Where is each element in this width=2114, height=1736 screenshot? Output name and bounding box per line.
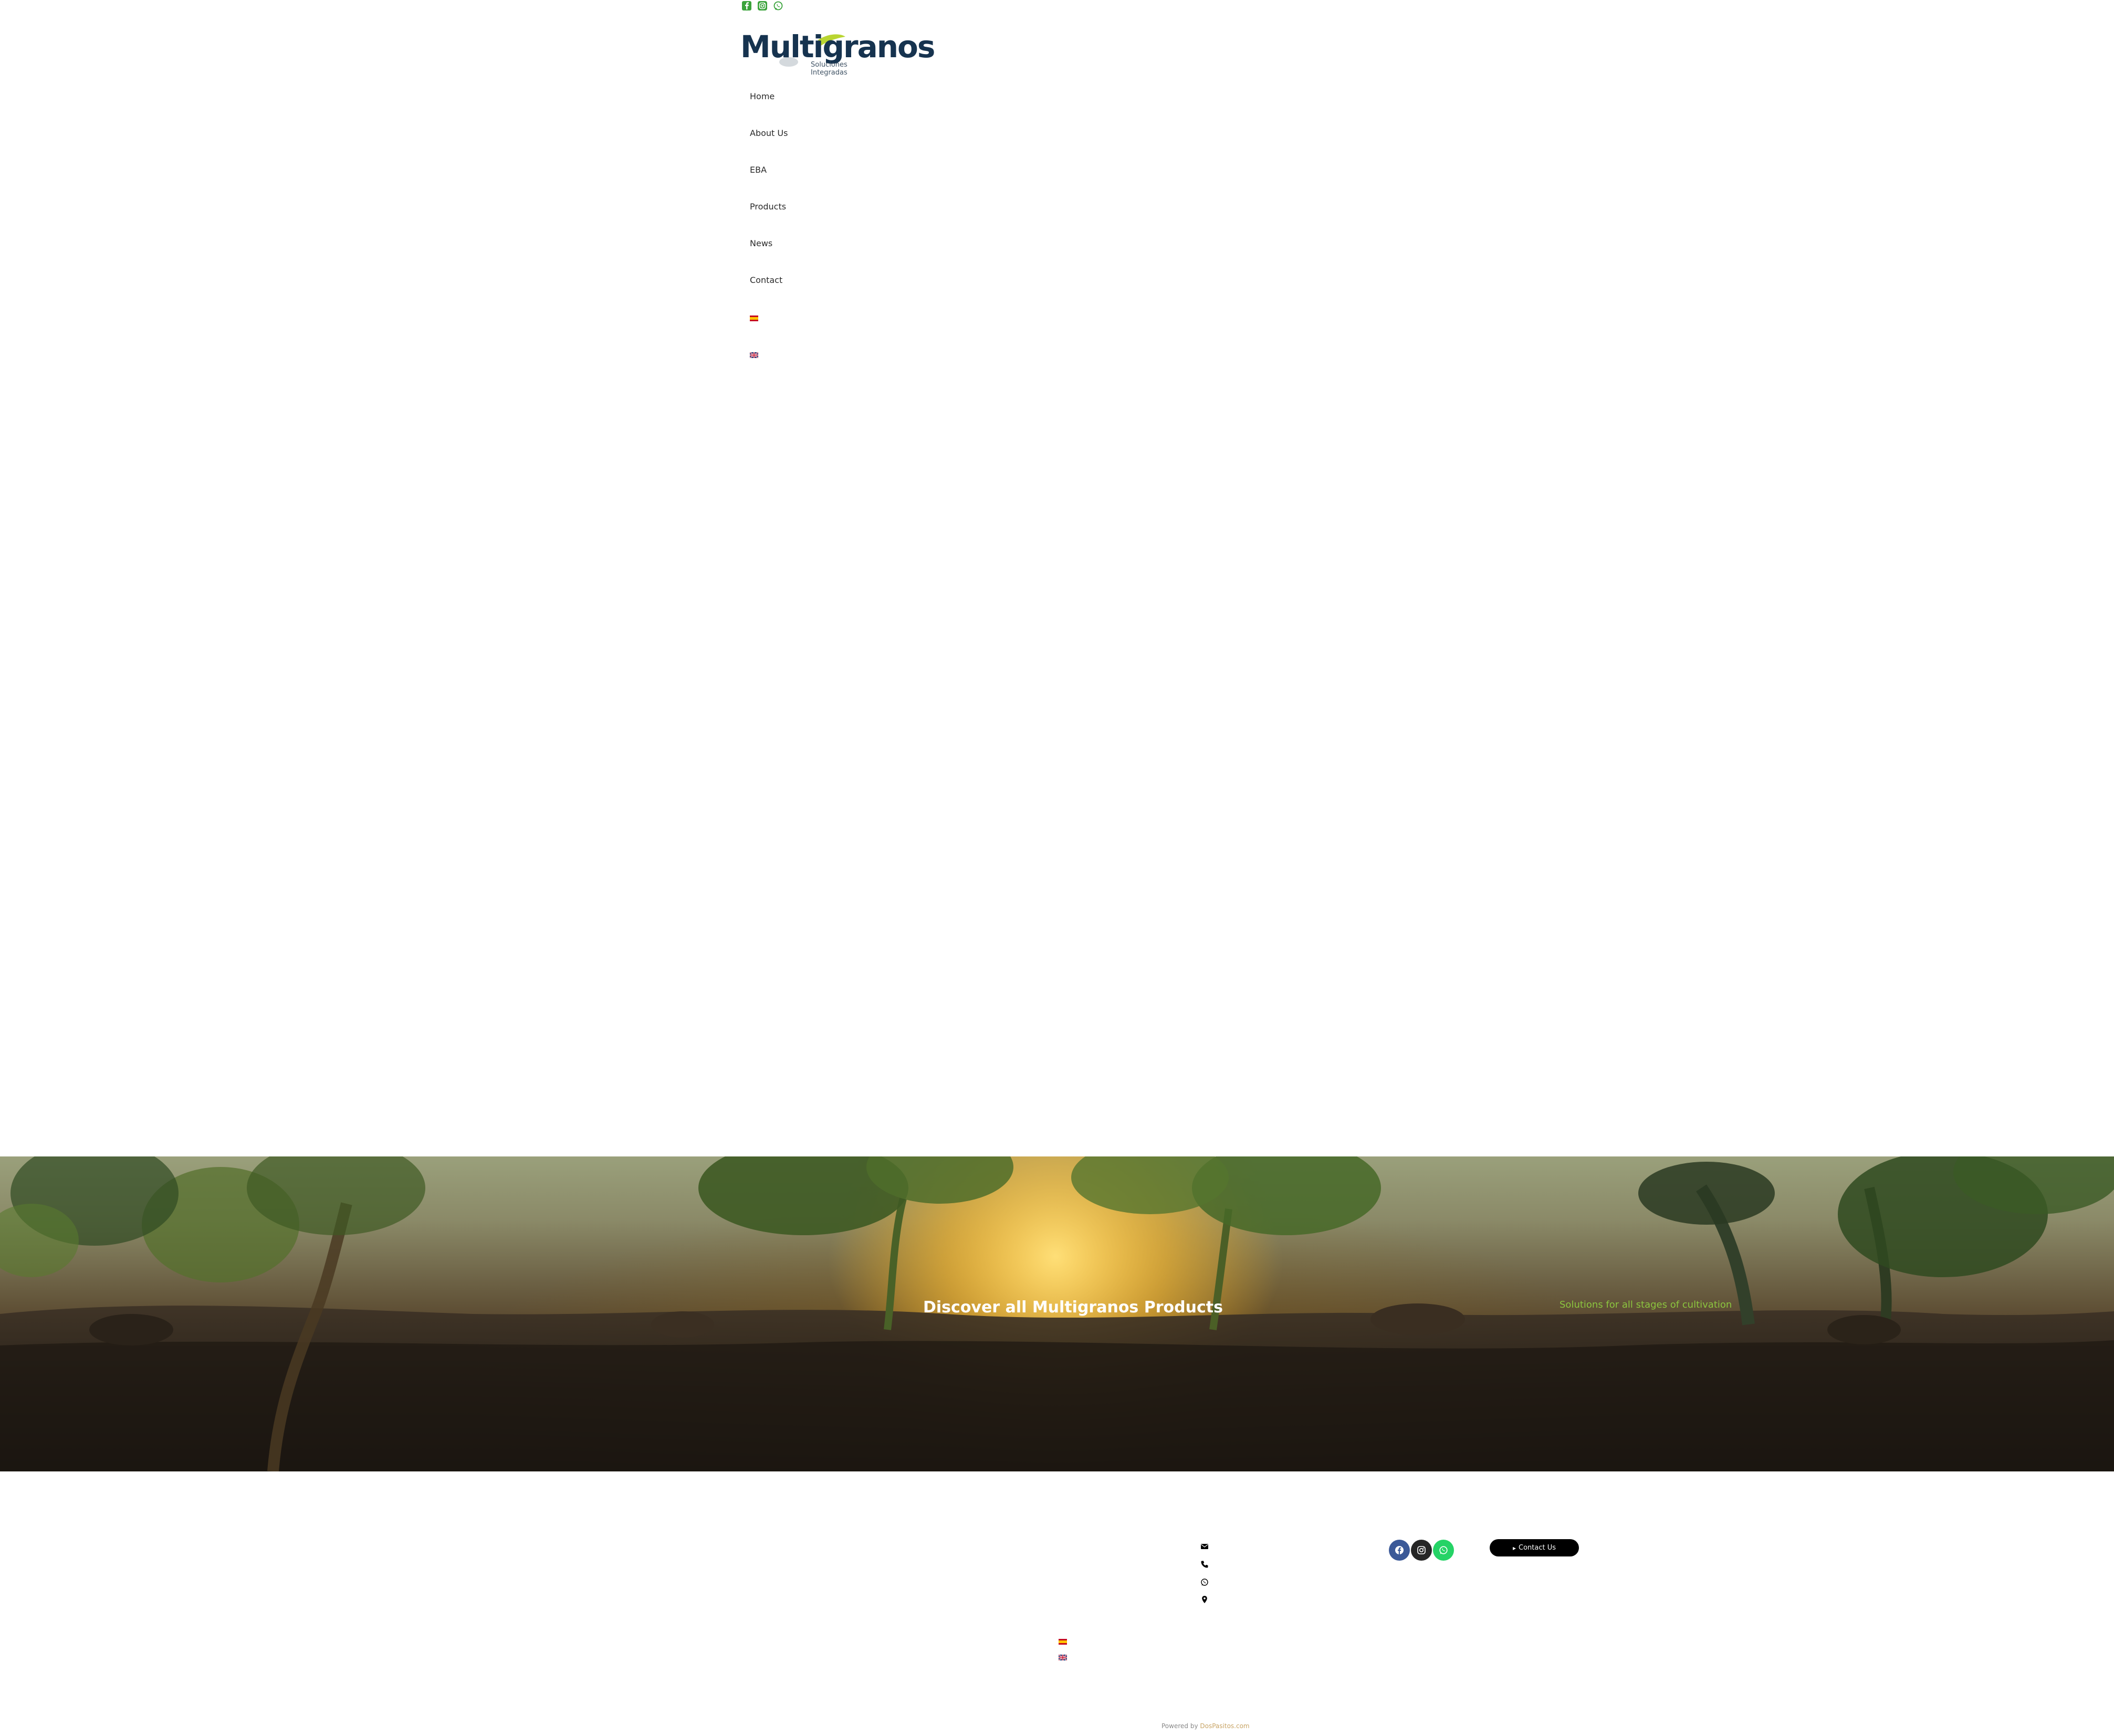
instagram-icon[interactable] — [757, 0, 768, 12]
site-logo[interactable]: Multigranos Soluciones Integradas — [740, 30, 935, 77]
nav-item-about-us[interactable]: About Us — [750, 128, 788, 138]
uk-flag-icon[interactable] — [1059, 1655, 1067, 1660]
logo-tagline: Soluciones Integradas — [811, 61, 847, 77]
footer-social-links — [1389, 1540, 1454, 1561]
spanish-flag-icon[interactable] — [750, 315, 758, 321]
mail-icon — [1201, 1544, 1208, 1549]
spanish-flag-icon[interactable] — [1059, 1639, 1067, 1645]
powered-by-link[interactable]: DosPasitos.com — [1200, 1722, 1249, 1730]
powered-by-label: Powered by — [1161, 1722, 1198, 1730]
nav-item-news[interactable]: News — [750, 238, 772, 248]
whatsapp-icon — [1201, 1579, 1208, 1586]
contact-us-label: Contact Us — [1519, 1544, 1556, 1552]
whatsapp-icon[interactable] — [1433, 1540, 1454, 1561]
uk-flag-icon[interactable] — [750, 352, 758, 358]
location-pin-icon — [1202, 1596, 1207, 1603]
facebook-icon[interactable] — [1389, 1540, 1410, 1561]
phone-icon — [1201, 1561, 1208, 1568]
nav-item-products[interactable]: Products — [750, 202, 786, 212]
hero-subtitle: Solutions for all stages of cultivation — [1560, 1299, 1732, 1310]
instagram-icon[interactable] — [1411, 1540, 1432, 1561]
hero-banner: Discover all Multigranos Products Soluti… — [0, 1156, 2114, 1471]
hero-title: Discover all Multigranos Products — [923, 1298, 1223, 1317]
nav-item-home[interactable]: Home — [750, 91, 775, 101]
whatsapp-icon[interactable] — [772, 0, 784, 12]
nav-item-eba[interactable]: EBA — [750, 165, 767, 175]
header-social-links — [741, 0, 784, 12]
nav-item-contact[interactable]: Contact — [750, 275, 782, 285]
logo-wordmark: Multigranos — [740, 29, 935, 65]
contact-us-button[interactable]: ▸ Contact Us — [1490, 1539, 1579, 1556]
powered-by-credit: Powered by DosPasitos.com — [1161, 1722, 1250, 1730]
chevron-right-icon: ▸ — [1512, 1544, 1516, 1552]
facebook-icon[interactable] — [741, 0, 752, 12]
